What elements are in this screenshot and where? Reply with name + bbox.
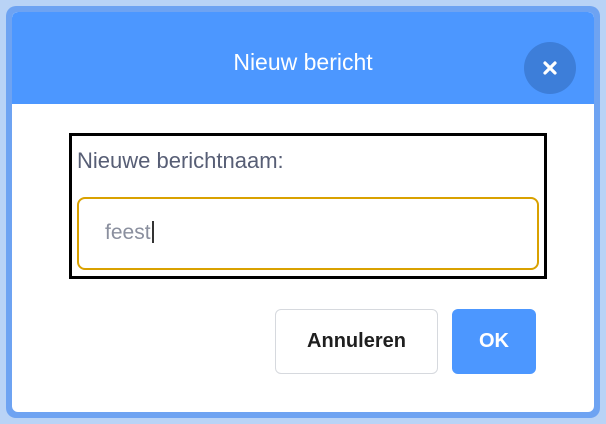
message-name-input[interactable]: feest: [77, 197, 539, 270]
ok-button[interactable]: OK: [452, 309, 536, 374]
input-text: feest: [105, 221, 151, 244]
dialog-title: Nieuw bericht: [233, 49, 373, 75]
dialog-body: Nieuw bericht Nieuwe berichtnaam: feest …: [12, 12, 594, 412]
new-message-dialog: Nieuw bericht Nieuwe berichtnaam: feest …: [6, 6, 600, 418]
close-icon: [542, 60, 558, 76]
text-caret: [151, 221, 154, 243]
cancel-button[interactable]: Annuleren: [275, 309, 438, 374]
prompt-label: Nieuwe berichtnaam:: [77, 148, 284, 173]
dialog-header: Nieuw bericht: [12, 12, 594, 104]
input-value: feest: [105, 221, 154, 245]
backdrop: Nieuw bericht Nieuwe berichtnaam: feest …: [0, 0, 606, 424]
prompt-highlight-box: Nieuwe berichtnaam: feest: [69, 133, 547, 279]
close-button[interactable]: [524, 42, 576, 94]
